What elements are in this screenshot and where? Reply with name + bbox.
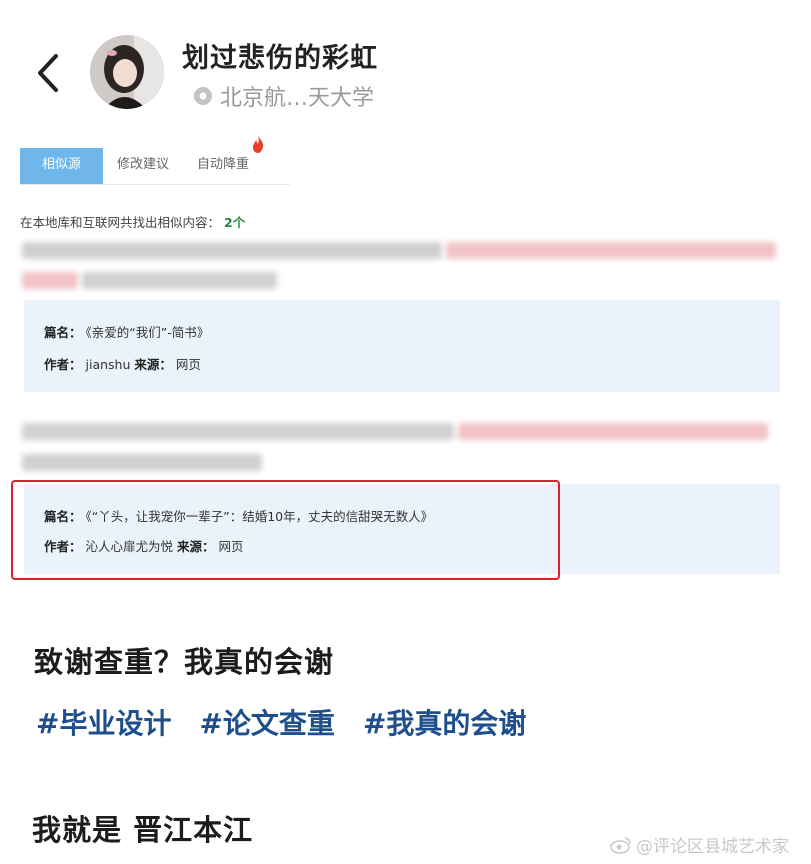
avatar[interactable] (90, 35, 164, 109)
blurred-text (22, 242, 442, 259)
source-value: 网页 (175, 357, 201, 372)
title-value: 《亲爱的“我们”-简书》 (85, 325, 210, 340)
source-label: 来源： (134, 357, 172, 372)
author-value: jianshu (85, 357, 131, 372)
result-tabs: 相似源 修改建议 自动降重 (20, 135, 290, 185)
post-body: 我就是 晋江本江 (32, 813, 254, 847)
location-pin-icon (194, 87, 212, 105)
tab-auto-rewrite-label: 自动降重 (197, 157, 250, 172)
title-label: 篇名： (44, 325, 82, 340)
back-arrow-icon[interactable] (30, 48, 66, 98)
result-title: 篇名： 《亲爱的“我们”-简书》 (44, 322, 209, 341)
location-text: 北京航…天大学 (220, 86, 375, 111)
watermark-text: @评论区县城艺术家 (636, 837, 789, 857)
result-card: 篇名： 《亲爱的“我们”-简书》 作者： jianshu 来源： 网页 (24, 300, 780, 392)
username[interactable]: 划过悲伤的彩虹 (182, 36, 378, 75)
tab-similar-sources: 相似源 (20, 148, 104, 184)
post-title: 致谢查重？我真的会谢 (34, 645, 335, 679)
hashtag[interactable]: #毕业设计 (36, 702, 171, 742)
post-header: 划过悲伤的彩虹 北京航…天大学 (0, 0, 811, 120)
tab-revision-suggestions: 修改建议 (117, 157, 170, 172)
result-author: 作者： jianshu 来源： 网页 (44, 354, 201, 373)
fire-icon (253, 135, 264, 153)
plagiarism-check-screenshot[interactable]: 相似源 修改建议 自动降重 在本地库和互联网共找出相似内容： 2个 篇名： 《亲爱的… (8, 128, 795, 614)
highlight-box (11, 480, 560, 580)
blurred-text (22, 272, 78, 289)
location[interactable]: 北京航…天大学 (192, 80, 374, 112)
blurred-text (446, 242, 776, 259)
blurred-text (22, 423, 454, 440)
author-label: 作者： (44, 357, 82, 372)
found-summary: 在本地库和互联网共找出相似内容： 2个 (20, 212, 245, 231)
found-text: 在本地库和互联网共找出相似内容： (20, 215, 221, 230)
tab-auto-rewrite: 自动降重 (183, 135, 264, 184)
hashtag-list: #毕业设计 #论文查重 #我真的会谢 (36, 702, 526, 742)
blurred-text (22, 454, 262, 471)
found-count: 2个 (224, 215, 246, 230)
blurred-text (82, 272, 277, 289)
blurred-text (458, 423, 768, 440)
weibo-logo-icon (610, 836, 631, 854)
watermark: @评论区县城艺术家 (610, 832, 789, 857)
hashtag[interactable]: #论文查重 (199, 702, 334, 742)
hashtag[interactable]: #我真的会谢 (363, 702, 526, 742)
